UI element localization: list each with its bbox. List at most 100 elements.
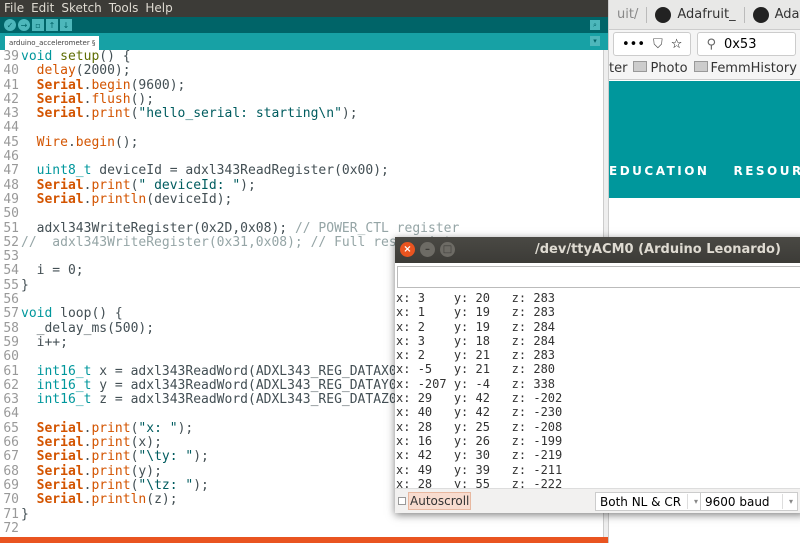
code-token: (y); bbox=[130, 463, 162, 479]
more-icon[interactable]: ••• bbox=[622, 37, 645, 52]
code-line[interactable]: 45 Wire.begin(); bbox=[0, 134, 603, 150]
axis-value-z: 280 bbox=[533, 362, 556, 377]
menu-tools[interactable]: Tools bbox=[109, 1, 139, 16]
axis-label: z: bbox=[511, 319, 534, 334]
code-line[interactable]: 47 uint8_t deviceId = adxl343ReadRegiste… bbox=[0, 164, 603, 179]
pocket-icon[interactable]: ⛉ bbox=[653, 37, 663, 52]
code-token: (deviceId); bbox=[146, 191, 233, 207]
code-token: (9600); bbox=[130, 77, 186, 93]
code-token: println bbox=[91, 191, 147, 207]
bookmark[interactable]: FemmHistory bbox=[693, 61, 797, 76]
axis-label: x: bbox=[396, 391, 418, 406]
star-icon[interactable]: ☆ bbox=[671, 37, 683, 52]
serial-monitor-icon[interactable]: ⌕ bbox=[590, 20, 600, 30]
axis-value-x: 3 bbox=[417, 333, 425, 348]
dropdown-arrow-icon: ▾ bbox=[781, 494, 793, 509]
maximize-icon[interactable]: □ bbox=[440, 242, 455, 257]
browser-tab[interactable]: Adafruit_ bbox=[646, 6, 743, 23]
serial-send-input[interactable] bbox=[397, 266, 800, 288]
tab-sketch[interactable]: arduino_accelerometer § bbox=[5, 36, 100, 50]
axis-value-y: -4 bbox=[475, 376, 490, 391]
code-token: loop() { bbox=[52, 306, 123, 322]
upload-icon[interactable]: → bbox=[18, 19, 30, 31]
menu-edit[interactable]: Edit bbox=[31, 1, 54, 16]
autoscroll-checkbox[interactable] bbox=[398, 497, 406, 505]
code-line[interactable]: 49 Serial.println(deviceId); bbox=[0, 191, 603, 207]
code-line[interactable]: 43 Serial.print("hello_serial: starting\… bbox=[0, 106, 603, 121]
code-token: delay bbox=[36, 63, 76, 79]
code-token: setup bbox=[60, 50, 100, 64]
serial-line: x: 2 y: 19 z: 284 bbox=[396, 320, 800, 334]
close-icon[interactable]: × bbox=[400, 242, 415, 257]
browser-tab[interactable]: uit/ bbox=[609, 7, 646, 22]
url-bar: ••• ⛉ ☆ ⚲ 0x53 bbox=[609, 30, 800, 58]
axis-value-x: 40 bbox=[417, 405, 433, 420]
code-line[interactable]: 44 bbox=[0, 121, 603, 136]
code-line[interactable]: 50 bbox=[0, 206, 603, 221]
code-line[interactable]: 42 Serial.flush(); bbox=[0, 91, 603, 107]
axis-label: z: bbox=[511, 433, 534, 448]
code-token: (); bbox=[114, 134, 139, 150]
axis-value-y: 25 bbox=[475, 419, 490, 434]
code-token: ); bbox=[193, 477, 209, 493]
serial-line: x: 40 y: 42 z: -230 bbox=[396, 405, 800, 419]
search-input[interactable]: 0x53 bbox=[724, 37, 757, 52]
axis-value-z: 283 bbox=[533, 305, 556, 320]
axis-value-y: 21 bbox=[475, 348, 490, 363]
line-ending-select[interactable]: Both NL & CR ▾ bbox=[595, 492, 703, 511]
axis-value-x: 3 bbox=[417, 291, 425, 305]
code-token: } bbox=[21, 506, 29, 522]
console-bar bbox=[0, 537, 612, 543]
serial-line: x: 16 y: 26 z: -199 bbox=[396, 434, 800, 448]
verify-icon[interactable]: ✓ bbox=[4, 19, 16, 31]
line-number: 55 bbox=[3, 277, 19, 293]
search-box[interactable]: ⚲ 0x53 bbox=[697, 32, 796, 56]
code-token: . bbox=[67, 134, 76, 150]
line-number: 51 bbox=[3, 220, 19, 236]
axis-label: z: bbox=[511, 305, 534, 320]
code-line[interactable]: 72 bbox=[0, 521, 603, 536]
axis-value-x: 29 bbox=[417, 391, 433, 406]
code-token: Serial bbox=[36, 91, 84, 107]
code-token: begin bbox=[91, 77, 131, 93]
minimize-icon[interactable]: – bbox=[420, 242, 435, 257]
save-icon[interactable]: ↓ bbox=[60, 19, 72, 31]
code-line[interactable]: 48 Serial.print(" deviceId: "); bbox=[0, 178, 603, 193]
bookmark[interactable]: Photo bbox=[633, 61, 688, 76]
code-line[interactable]: 39 void setup() { bbox=[0, 50, 603, 64]
dropdown-arrow-icon: ▾ bbox=[686, 494, 698, 509]
line-number: 60 bbox=[3, 349, 19, 365]
axis-value-z: -219 bbox=[533, 448, 563, 463]
code-line[interactable]: 40 delay(2000); bbox=[0, 63, 603, 79]
code-line[interactable]: 46 bbox=[0, 149, 603, 164]
axis-value-x: 49 bbox=[417, 462, 433, 477]
menu-sketch[interactable]: Sketch bbox=[61, 1, 101, 16]
code-line[interactable]: 41 Serial.begin(9600); bbox=[0, 77, 603, 93]
tab-menu-icon[interactable]: ▾ bbox=[590, 36, 600, 46]
code-token: Serial bbox=[36, 77, 84, 93]
open-icon[interactable]: ↑ bbox=[46, 19, 58, 31]
code-token: "\tz: " bbox=[138, 477, 194, 493]
line-ending-value: Both NL & CR bbox=[600, 494, 682, 509]
line-number: 66 bbox=[3, 435, 19, 451]
code-line[interactable]: 51 adxl343WriteRegister(0x2D,0x08); // P… bbox=[0, 220, 603, 236]
menu-file[interactable]: File bbox=[4, 1, 24, 16]
menu-help[interactable]: Help bbox=[145, 1, 172, 16]
browser-tab[interactable]: Adafru bbox=[743, 6, 800, 23]
autoscroll-label[interactable]: Autoscroll bbox=[408, 492, 472, 510]
baud-select[interactable]: 9600 baud ▾ bbox=[700, 492, 798, 511]
line-number: 70 bbox=[3, 492, 19, 508]
axis-label: y: bbox=[453, 305, 476, 320]
code-token: println bbox=[91, 492, 147, 508]
bookmark[interactable]: ter bbox=[609, 61, 627, 76]
code-token: x = adxl343ReadWord(ADXL343_REG_DATAX0); bbox=[91, 363, 413, 379]
new-icon[interactable]: ▫ bbox=[32, 19, 44, 31]
nav-education[interactable]: EDUCATION bbox=[609, 164, 709, 178]
title-bar: × – □ /dev/ttyACM0 (Arduino Leonardo) bbox=[395, 237, 800, 263]
nav-resources[interactable]: RESOURC bbox=[733, 164, 800, 178]
